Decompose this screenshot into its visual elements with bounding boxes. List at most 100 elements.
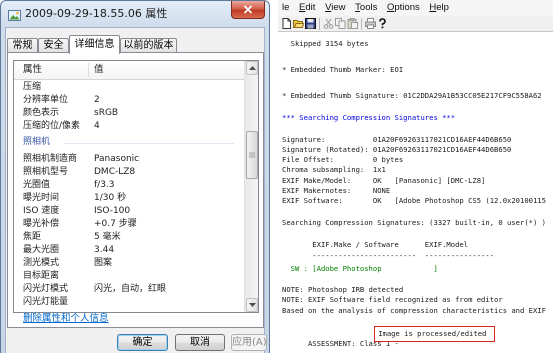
- save-icon[interactable]: [305, 18, 316, 29]
- output-line: Based on the analysis of compression cha…: [282, 306, 546, 315]
- tab-details[interactable]: 详细信息: [69, 35, 120, 54]
- output-line: EXIF Makernotes: NONE: [282, 186, 391, 195]
- output-line: Skipped 3154 bytes: [282, 39, 369, 48]
- property-name: 焦距: [23, 232, 42, 242]
- property-value: 闪光，自动，红眼: [94, 284, 167, 294]
- arrow-up-icon: [248, 66, 256, 70]
- property-name: 目标距离: [23, 271, 60, 281]
- toolbar-separator: [361, 17, 362, 30]
- output-line: Signature (Rotated): 01A20F69263117021CD…: [282, 145, 512, 154]
- output-line: Searching Compression Signatures: (3327 …: [282, 218, 546, 227]
- property-value: ISO-100: [94, 206, 131, 216]
- property-name: 压缩的位/像素: [23, 121, 81, 131]
- detail-row[interactable]: 曝光时间 1/30 秒: [14, 192, 244, 205]
- property-name: 闪光灯能量: [23, 297, 69, 307]
- property-name: 压缩: [23, 82, 42, 92]
- property-name: 曝光时间: [23, 193, 60, 203]
- ok-button[interactable]: 确定: [117, 334, 168, 351]
- property-name: 分辨率单位: [23, 95, 69, 105]
- detail-row[interactable]: 最大光圈 3.44: [14, 244, 244, 257]
- list-header: 属性 值: [14, 61, 244, 80]
- detail-row[interactable]: 焦距 5 毫米: [14, 231, 244, 244]
- menu-bar: le Edit View Tools Options Help: [278, 0, 553, 16]
- tab-security[interactable]: 安全: [38, 38, 69, 53]
- details-property-list[interactable]: 属性 值 压缩 分辨率单位 2 颜色表示 sRGB 压缩的位/像素 4 照相机 照相机…: [13, 60, 259, 313]
- scroll-down-button[interactable]: [246, 298, 258, 312]
- print-icon[interactable]: [365, 18, 376, 29]
- detail-row[interactable]: 闪光灯模式 闪光，自动，红眼: [14, 283, 244, 296]
- paste-icon[interactable]: [347, 18, 358, 29]
- remove-properties-link[interactable]: 删除属性和个人信息: [23, 312, 109, 325]
- assessment-line: ASSESSMENT: Class 1 - Image is processed…: [282, 326, 542, 348]
- toolbar: [278, 16, 553, 32]
- output-line: * Embedded Thumb Marker: EOI: [282, 65, 404, 74]
- signature-match-line: SW : [Adobe Photoshop ]: [282, 264, 438, 273]
- output-line: * Embedded Thumb Signature: 01C2DDA29A1B…: [282, 91, 542, 100]
- apply-button[interactable]: 应用(A): [231, 334, 267, 351]
- property-name: 闪光灯模式: [23, 284, 69, 294]
- property-name: 颜色表示: [23, 108, 60, 118]
- detail-row[interactable]: 光圈值 f/3.3: [14, 179, 244, 192]
- cancel-button[interactable]: 取消: [175, 334, 225, 351]
- property-name: ISO 速度: [23, 206, 60, 216]
- menu-tools[interactable]: Tools: [355, 0, 377, 16]
- property-value: Panasonic: [94, 154, 140, 164]
- group-label: 照相机: [23, 137, 51, 147]
- detail-row[interactable]: 颜色表示 sRGB: [14, 107, 244, 120]
- output-line: EXIF Make/Model: OK [Panasonic] [DMC-LZ8…: [282, 176, 486, 185]
- detail-row[interactable]: 照相机型号 DMC-LZ8: [14, 166, 244, 179]
- property-value: sRGB: [94, 108, 119, 118]
- column-header-value[interactable]: 值: [94, 61, 104, 79]
- detail-row[interactable]: 测光模式 图案: [14, 257, 244, 270]
- output-line: File Offset: 0 bytes: [282, 155, 404, 164]
- detail-row[interactable]: 分辨率单位 2: [14, 94, 244, 107]
- grip-icon: [249, 152, 255, 158]
- property-name: 曝光补偿: [23, 219, 60, 229]
- output-text-area[interactable]: Skipped 3154 bytes * Embedded Thumb Mark…: [278, 33, 553, 353]
- properties-dialog: 2009-09-29-18.55.06 属性 常规 安全 详细信息 以前的版本 …: [0, 0, 270, 353]
- property-rows: 压缩 分辨率单位 2 颜色表示 sRGB 压缩的位/像素 4 照相机 照相机制造商 Pa…: [14, 81, 244, 309]
- output-line: Signature: 01A20F69263117021CD16AEF44D6B…: [282, 135, 512, 144]
- help-icon[interactable]: [377, 18, 388, 29]
- property-value: 3.44: [94, 245, 115, 255]
- output-line: ------------------------ ---------------…: [282, 251, 495, 260]
- cut-icon[interactable]: [323, 18, 334, 29]
- menu-view[interactable]: View: [325, 0, 345, 16]
- output-line: EXIF.Make / Software EXIF.Model: [282, 240, 469, 249]
- output-line: NOTE: Photoshop IRB detected: [282, 285, 404, 294]
- open-folder-icon[interactable]: [293, 18, 304, 29]
- detail-row[interactable]: 曝光补偿 +0.7 步骤: [14, 218, 244, 231]
- property-name: 最大光圈: [23, 245, 60, 255]
- analysis-window: le Edit View Tools Options Help Skipped …: [278, 0, 553, 353]
- column-divider[interactable]: [88, 63, 89, 77]
- toolbar-separator: [319, 17, 320, 30]
- assessment-result-highlight: Image is processed/edited: [374, 326, 496, 342]
- property-name: 照相机型号: [23, 167, 69, 177]
- menu-file[interactable]: le: [282, 0, 289, 16]
- close-button[interactable]: [231, 1, 265, 19]
- detail-row[interactable]: 闪光灯能量: [14, 296, 244, 309]
- tab-previous-versions[interactable]: 以前的版本: [120, 38, 177, 53]
- details-scrollbar[interactable]: [244, 61, 258, 312]
- property-value: 4: [94, 121, 100, 131]
- output-line: Chroma subsampling: 1x1: [282, 165, 386, 174]
- detail-row[interactable]: ISO 速度 ISO-100: [14, 205, 244, 218]
- dialog-title: 2009-09-29-18.55.06 属性: [25, 7, 168, 20]
- detail-row[interactable]: 照相机制造商 Panasonic: [14, 153, 244, 166]
- group-divider: [64, 143, 234, 144]
- copy-icon[interactable]: [335, 18, 346, 29]
- scroll-thumb[interactable]: [246, 131, 258, 179]
- close-icon: [243, 5, 253, 14]
- new-document-icon[interactable]: [281, 18, 292, 29]
- tab-general[interactable]: 常规: [7, 38, 38, 53]
- property-name: 照相机制造商: [23, 154, 78, 164]
- menu-options[interactable]: Options: [387, 0, 420, 16]
- details-tab-panel: 属性 值 压缩 分辨率单位 2 颜色表示 sRGB 压缩的位/像素 4 照相机 照相机…: [7, 52, 264, 328]
- detail-row[interactable]: 压缩: [14, 81, 244, 94]
- column-header-property[interactable]: 属性: [23, 61, 42, 79]
- detail-row[interactable]: 目标距离: [14, 270, 244, 283]
- scroll-up-button[interactable]: [246, 61, 258, 75]
- menu-help[interactable]: Help: [429, 0, 449, 16]
- detail-row[interactable]: 压缩的位/像素 4: [14, 120, 244, 133]
- menu-edit[interactable]: Edit: [299, 0, 315, 16]
